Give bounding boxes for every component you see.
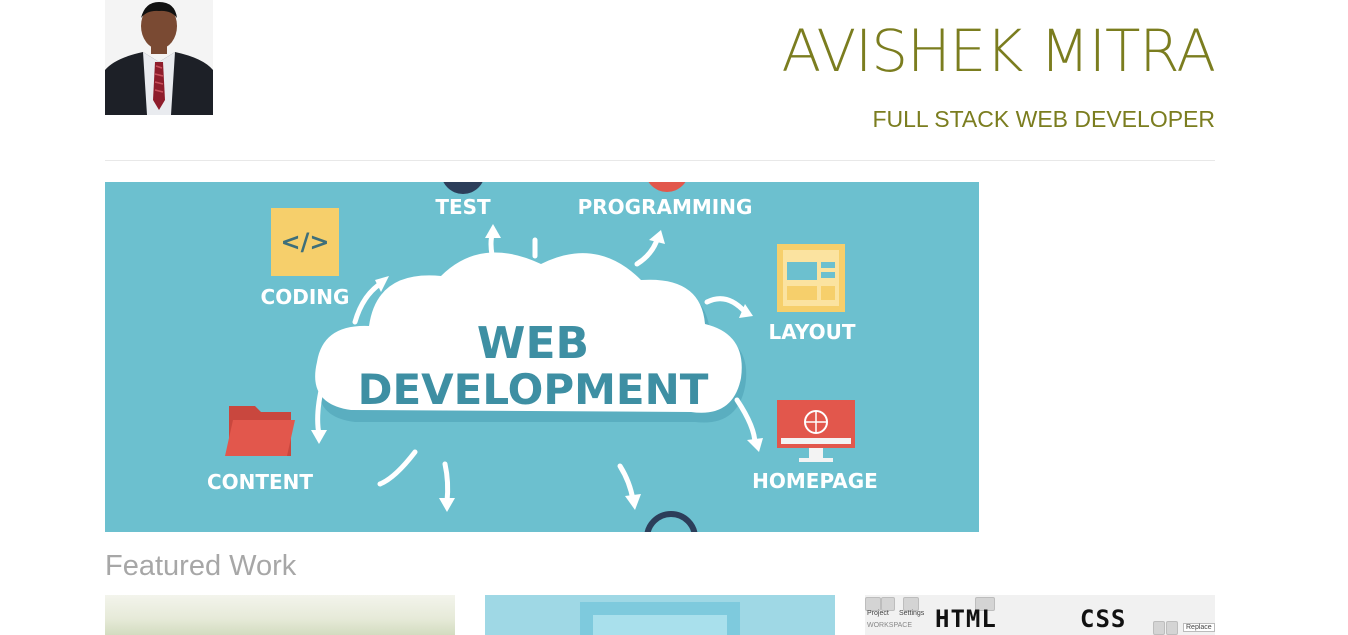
- label-homepage: HOMEPAGE: [752, 469, 878, 493]
- banner-title-web: WEB: [477, 318, 589, 369]
- header-divider: [105, 160, 1215, 161]
- profile-photo: [105, 0, 213, 115]
- featured-item-2-screen: [593, 615, 727, 635]
- featured-item-2[interactable]: [485, 595, 835, 635]
- label-content: CONTENT: [207, 470, 313, 494]
- add-icon: [865, 597, 881, 611]
- settings-icon: [903, 597, 919, 611]
- site-subtitle-role: FULL STACK WEB DEVELOPER: [872, 106, 1215, 132]
- label-test: TEST: [435, 195, 491, 219]
- next-icon: [1166, 621, 1178, 635]
- featured-item-3[interactable]: Project Settings WORKSPACE HTML CSS Repl…: [865, 595, 1215, 635]
- workspace-label: WORKSPACE: [867, 622, 912, 629]
- html-word: HTML: [935, 605, 997, 633]
- site-title-name: AVISHEK MITRA: [781, 17, 1216, 85]
- profile-avatar: [105, 0, 213, 115]
- label-programming: PROGRAMMING: [578, 195, 753, 219]
- featured-item-1[interactable]: [105, 595, 455, 635]
- hero-banner: WEB DEVELOPMENT </> TEST PROGRAMMING COD…: [105, 182, 979, 532]
- css-word: CSS: [1080, 605, 1127, 633]
- replace-label: Replace: [1183, 623, 1215, 632]
- web-development-illustration: WEB DEVELOPMENT </> TEST PROGRAMMING COD…: [105, 182, 979, 532]
- prev-icon: [1153, 621, 1165, 635]
- label-coding: CODING: [261, 285, 350, 309]
- settings-label: Settings: [899, 610, 925, 617]
- project-label: Project: [867, 610, 889, 617]
- code-glyph: </>: [281, 228, 330, 256]
- banner-title-development: DEVELOPMENT: [358, 365, 709, 414]
- featured-work-heading: Featured Work: [105, 550, 297, 582]
- label-layout: LAYOUT: [769, 320, 856, 344]
- search-icon: [881, 597, 895, 611]
